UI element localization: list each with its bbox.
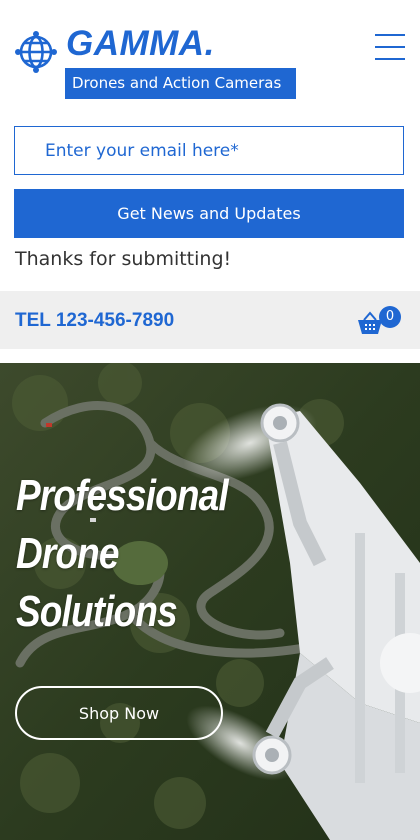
shop-now-button[interactable]: Shop Now (15, 686, 223, 740)
contact-bar: TEL 123-456-7890 0 (0, 291, 420, 349)
get-news-button[interactable]: Get News and Updates (14, 189, 404, 238)
hero-title-line: Professional (16, 471, 229, 520)
hero-banner: Professional Drone Solutions Shop Now (0, 363, 420, 840)
cart-count-badge: 0 (379, 306, 401, 328)
hero-title-line: Solutions (16, 587, 178, 636)
globe-logo-icon[interactable] (14, 30, 58, 74)
email-field[interactable] (14, 126, 404, 175)
brand-tagline: Drones and Action Cameras (65, 68, 296, 99)
phone-number[interactable]: TEL 123-456-7890 (15, 310, 174, 332)
brand-name[interactable]: GAMMA. (66, 26, 215, 61)
cart-button[interactable]: 0 (355, 304, 405, 336)
hamburger-menu-icon[interactable] (372, 32, 408, 62)
submit-confirmation: Thanks for submitting! (15, 248, 232, 270)
site-header: GAMMA. Drones and Action Cameras (0, 0, 420, 110)
hero-title-line: Drone (16, 529, 119, 578)
hero-title: Professional Drone Solutions (16, 467, 234, 641)
